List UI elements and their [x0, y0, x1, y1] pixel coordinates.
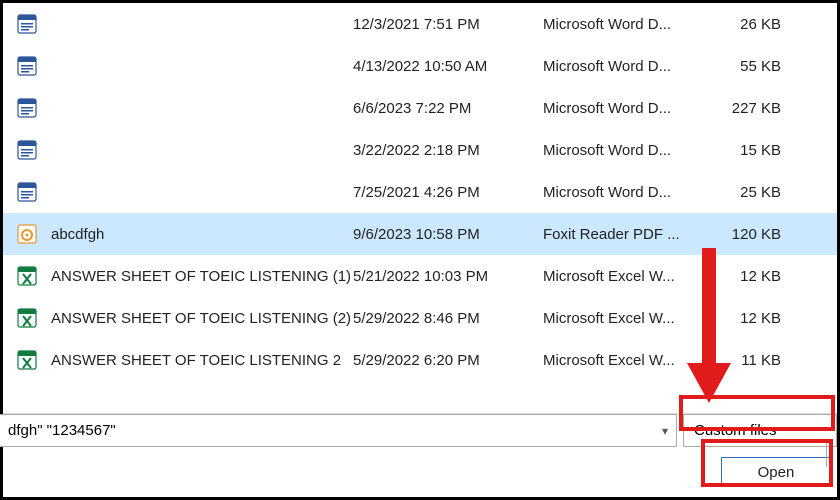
file-size: 11 KB [713, 352, 803, 369]
file-date: 5/29/2022 6:20 PM [353, 352, 543, 369]
file-type: Microsoft Word D... [543, 100, 713, 117]
file-row[interactable]: ANSWER SHEET OF TOEIC LISTENING (2)5/29/… [3, 297, 837, 339]
file-date: 6/6/2023 7:22 PM [353, 100, 543, 117]
file-date: 3/22/2022 2:18 PM [353, 142, 543, 159]
file-date: 9/6/2023 10:58 PM [353, 226, 543, 243]
file-row[interactable]: 6/6/2023 7:22 PMMicrosoft Word D...227 K… [3, 87, 837, 129]
file-row[interactable]: 4/13/2022 10:50 AMMicrosoft Word D...55 … [3, 45, 837, 87]
file-date: 5/21/2022 10:03 PM [353, 268, 543, 285]
file-row[interactable]: ANSWER SHEET OF TOEIC LISTENING 25/29/20… [3, 339, 837, 381]
file-date: 12/3/2021 7:51 PM [353, 16, 543, 33]
word-file-icon [15, 180, 39, 204]
filter-label: Custom files [694, 422, 777, 439]
file-size: 227 KB [713, 100, 803, 117]
file-type: Microsoft Excel W... [543, 268, 713, 285]
file-date: 5/29/2022 8:46 PM [353, 310, 543, 327]
file-size: 12 KB [713, 310, 803, 327]
file-name: abcdfgh [51, 226, 353, 243]
word-file-icon [15, 96, 39, 120]
file-size: 12 KB [713, 268, 803, 285]
file-type: Foxit Reader PDF ... [543, 226, 713, 243]
excel-file-icon [15, 264, 39, 288]
word-file-icon [15, 12, 39, 36]
file-name: ANSWER SHEET OF TOEIC LISTENING (2) [51, 310, 353, 327]
bottom-bar: dfgh" "1234567" ▾ Custom files Open [3, 413, 837, 497]
cancel-button-edge[interactable] [826, 439, 834, 467]
excel-file-icon [15, 306, 39, 330]
file-type: Microsoft Excel W... [543, 310, 713, 327]
file-name: ANSWER SHEET OF TOEIC LISTENING 2 [51, 352, 353, 369]
chevron-down-icon[interactable]: ▾ [662, 424, 668, 438]
file-type: Microsoft Word D... [543, 184, 713, 201]
file-type: Microsoft Word D... [543, 16, 713, 33]
file-row[interactable]: 3/22/2022 2:18 PMMicrosoft Word D...15 K… [3, 129, 837, 171]
open-button[interactable]: Open [721, 457, 831, 487]
file-size: 26 KB [713, 16, 803, 33]
file-type: Microsoft Excel W... [543, 352, 713, 369]
file-row[interactable]: 12/3/2021 7:51 PMMicrosoft Word D...26 K… [3, 3, 837, 45]
file-name: ANSWER SHEET OF TOEIC LISTENING (1) [51, 268, 353, 285]
filetype-filter[interactable]: Custom files [683, 414, 837, 447]
file-type: Microsoft Word D... [543, 58, 713, 75]
filename-input[interactable]: dfgh" "1234567" ▾ [0, 414, 677, 447]
file-date: 4/13/2022 10:50 AM [353, 58, 543, 75]
file-size: 120 KB [713, 226, 803, 243]
file-type: Microsoft Word D... [543, 142, 713, 159]
file-size: 25 KB [713, 184, 803, 201]
filename-value: dfgh" "1234567" [8, 422, 116, 439]
file-row[interactable]: abcdfgh9/6/2023 10:58 PMFoxit Reader PDF… [3, 213, 837, 255]
excel-file-icon [15, 348, 39, 372]
file-size: 55 KB [713, 58, 803, 75]
file-row[interactable]: 7/25/2021 4:26 PMMicrosoft Word D...25 K… [3, 171, 837, 213]
file-list[interactable]: 12/3/2021 7:51 PMMicrosoft Word D...26 K… [3, 3, 837, 381]
word-file-icon [15, 54, 39, 78]
foxit-file-icon [15, 222, 39, 246]
file-date: 7/25/2021 4:26 PM [353, 184, 543, 201]
word-file-icon [15, 138, 39, 162]
file-row[interactable]: ANSWER SHEET OF TOEIC LISTENING (1)5/21/… [3, 255, 837, 297]
file-size: 15 KB [713, 142, 803, 159]
